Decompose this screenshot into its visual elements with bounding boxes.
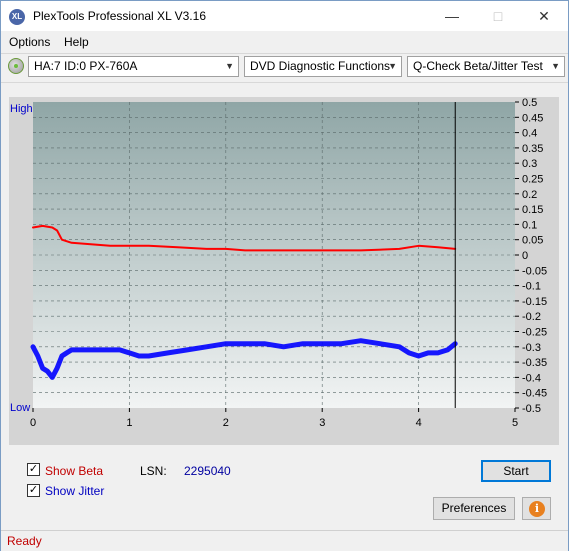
plextools-logo-icon: XL: [9, 9, 25, 25]
chart-panel: High Low 0.5 0.45 0.4 0.35 0.3 0.25 0.2 0.15 0.1…: [9, 97, 559, 445]
y-tick-label: 0.05: [522, 235, 543, 247]
function-select-value: DVD Diagnostic Functions: [250, 59, 391, 73]
y-tick-label: 0.2: [522, 189, 537, 201]
y-tick-label: -0.05: [522, 265, 547, 277]
lsn-value: 2295040: [184, 464, 231, 478]
chevron-down-icon: ▼: [225, 61, 234, 71]
maximize-icon[interactable]: □: [475, 1, 521, 31]
title-bar: XL PlexTools Professional XL V3.16 — □ ✕: [1, 1, 568, 31]
y-tick-label: 0.45: [522, 112, 543, 124]
show-jitter-checkbox[interactable]: ✓: [27, 484, 40, 497]
disc-drive-icon: [8, 58, 24, 74]
chevron-down-icon: ▼: [551, 61, 560, 71]
y-tick-label: 0.3: [522, 158, 537, 170]
show-beta-checkbox[interactable]: ✓: [27, 463, 40, 476]
start-button[interactable]: Start: [481, 460, 551, 482]
y-tick-label: -0.5: [522, 403, 541, 415]
close-icon[interactable]: ✕: [521, 1, 567, 31]
show-beta-label: Show Beta: [45, 464, 104, 478]
low-label: Low: [10, 402, 30, 414]
x-tick-label: 1: [126, 417, 132, 429]
x-tick-label: 2: [223, 417, 229, 429]
beta-jitter-chart: High Low 0.50.450.40.350.30.250.20.150.1…: [10, 97, 547, 429]
y-tick-label: -0.35: [522, 357, 547, 369]
show-jitter-label: Show Jitter: [45, 484, 105, 498]
drive-select-value: HA:7 ID:0 PX-760A: [34, 59, 138, 73]
menu-help[interactable]: Help: [64, 35, 89, 49]
x-axis-ticks: 0 1 2 3 4 5: [30, 408, 518, 429]
y-tick-label: 0.35: [522, 143, 543, 155]
menu-bar: Options Help: [1, 32, 568, 52]
function-select[interactable]: DVD Diagnostic Functions ▼: [244, 56, 402, 77]
chevron-down-icon: ▼: [388, 61, 397, 71]
y-tick-label: 0: [522, 250, 528, 262]
status-bar: Ready: [1, 530, 568, 551]
test-select[interactable]: Q-Check Beta/Jitter Test ▼: [407, 56, 565, 77]
y-tick-label: 0.25: [522, 174, 543, 186]
info-icon: i: [529, 501, 545, 517]
window-title: PlexTools Professional XL V3.16: [33, 9, 206, 23]
preferences-button[interactable]: Preferences: [433, 497, 515, 520]
x-tick-label: 4: [416, 417, 422, 429]
y-tick-label: 0.5: [522, 97, 537, 109]
y-tick-label: -0.3: [522, 342, 541, 354]
status-text: Ready: [7, 534, 42, 548]
grid: [33, 102, 515, 408]
y-tick-label: 0.4: [522, 128, 537, 140]
y-tick-label: -0.4: [522, 372, 541, 384]
x-tick-label: 5: [512, 417, 518, 429]
lsn-label: LSN:: [140, 464, 167, 478]
y-tick-label: -0.1: [522, 281, 541, 293]
drive-select[interactable]: HA:7 ID:0 PX-760A ▼: [28, 56, 239, 77]
menu-options[interactable]: Options: [9, 35, 50, 49]
y-tick-label: -0.2: [522, 311, 541, 323]
app-window: XL PlexTools Professional XL V3.16 — □ ✕…: [0, 0, 569, 551]
y-tick-label: -0.45: [522, 388, 547, 400]
right-axis-ticks: 0.5 0.45 0.4 0.35 0.3 0.25 0.2 0.15 0.1 0.05 0 -0.0…: [515, 97, 547, 415]
y-tick-label: -0.25: [522, 327, 547, 339]
info-button[interactable]: i: [522, 497, 551, 520]
y-tick-label: 0.1: [522, 219, 537, 231]
high-label: High: [10, 103, 33, 115]
options-panel: ✓ Show Beta ✓ Show Jitter LSN: 2295040 S…: [9, 453, 559, 525]
x-tick-label: 3: [319, 417, 325, 429]
y-tick-label: -0.15: [522, 296, 547, 308]
y-tick-label: 0.15: [522, 204, 543, 216]
test-select-value: Q-Check Beta/Jitter Test: [413, 59, 543, 73]
x-tick-label: 0: [30, 417, 36, 429]
minimize-icon[interactable]: —: [429, 1, 475, 31]
